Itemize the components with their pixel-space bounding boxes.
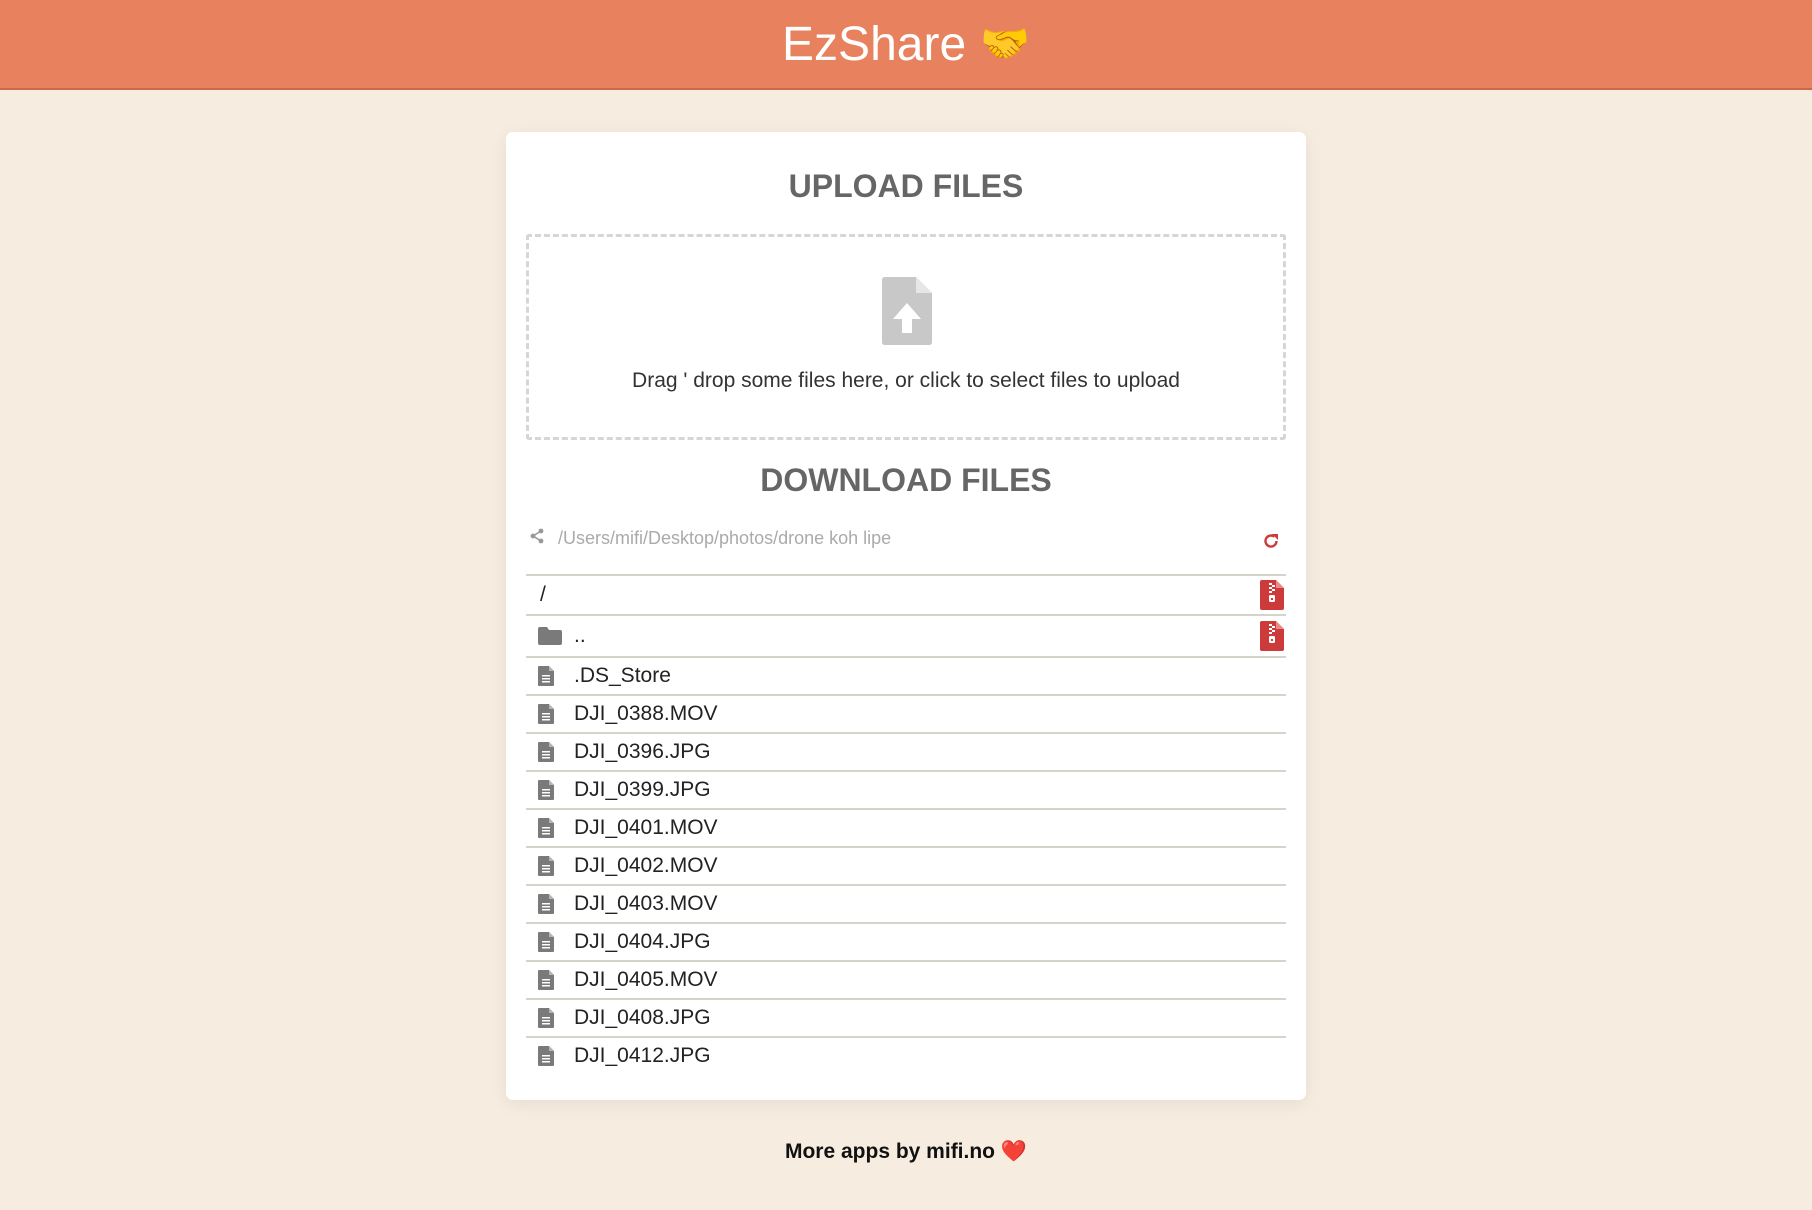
zip-download-icon[interactable]	[1260, 580, 1284, 610]
more-apps-link[interactable]: More apps by mifi.no	[785, 1140, 995, 1163]
file-row[interactable]: DJI_0405.MOV	[526, 960, 1286, 998]
file-list: / .. .DS_Store DJI_0388.MOV DJI_0396.JPG…	[526, 574, 1286, 1074]
heart-icon: ❤️	[1000, 1140, 1028, 1163]
root-label: /	[540, 583, 546, 606]
file-row[interactable]: DJI_0408.JPG	[526, 998, 1286, 1036]
file-row[interactable]: DJI_0412.JPG	[526, 1036, 1286, 1074]
file-icon	[538, 970, 554, 995]
file-icon	[538, 742, 554, 767]
file-icon	[538, 1046, 554, 1071]
file-row[interactable]: .DS_Store	[526, 656, 1286, 694]
file-name: .DS_Store	[574, 664, 671, 687]
handshake-icon: 🤝	[980, 22, 1030, 66]
file-name: DJI_0408.JPG	[574, 1006, 711, 1029]
file-icon	[538, 704, 554, 729]
file-icon	[538, 666, 554, 691]
file-icon	[538, 1008, 554, 1033]
file-row[interactable]: DJI_0396.JPG	[526, 732, 1286, 770]
current-path: /Users/mifi/Desktop/photos/drone koh lip…	[558, 528, 892, 548]
file-icon	[538, 932, 554, 957]
file-upload-icon	[882, 277, 932, 345]
app-title-text: EzShare	[782, 17, 967, 71]
refresh-icon[interactable]	[1262, 532, 1280, 550]
file-row[interactable]: DJI_0403.MOV	[526, 884, 1286, 922]
zip-download-icon[interactable]	[1260, 621, 1284, 651]
dropzone-text: Drag ' drop some files here, or click to…	[632, 369, 1180, 392]
download-title: DOWNLOAD FILES	[760, 462, 1052, 498]
file-name: DJI_0412.JPG	[574, 1044, 711, 1067]
file-icon	[538, 780, 554, 805]
file-name: DJI_0404.JPG	[574, 930, 711, 953]
folder-icon	[538, 627, 562, 645]
app-title: EzShare 🤝	[782, 17, 1030, 72]
file-name: DJI_0402.MOV	[574, 854, 718, 877]
root-row[interactable]: /	[526, 574, 1286, 614]
parent-dir-row[interactable]: ..	[526, 614, 1286, 656]
footer: More apps by mifi.no ❤️	[0, 1140, 1812, 1164]
file-name: DJI_0401.MOV	[574, 816, 718, 839]
file-icon	[538, 818, 554, 843]
file-name: DJI_0388.MOV	[574, 702, 718, 725]
file-name: DJI_0399.JPG	[574, 778, 711, 801]
file-row[interactable]: DJI_0401.MOV	[526, 808, 1286, 846]
file-name: DJI_0405.MOV	[574, 968, 718, 991]
file-icon	[538, 856, 554, 881]
file-row[interactable]: DJI_0404.JPG	[526, 922, 1286, 960]
path-bar: /Users/mifi/Desktop/photos/drone koh lip…	[526, 524, 1286, 564]
file-name: DJI_0396.JPG	[574, 740, 711, 763]
parent-dir-label: ..	[574, 624, 586, 647]
file-name: DJI_0403.MOV	[574, 892, 718, 915]
upload-title: UPLOAD FILES	[788, 168, 1024, 204]
file-row[interactable]: DJI_0388.MOV	[526, 694, 1286, 732]
main-card: UPLOAD FILES Drag ' drop some files here…	[506, 132, 1306, 1100]
file-row[interactable]: DJI_0399.JPG	[526, 770, 1286, 808]
upload-dropzone[interactable]: Drag ' drop some files here, or click to…	[526, 234, 1286, 440]
file-icon	[538, 894, 554, 919]
share-icon[interactable]	[530, 528, 544, 544]
file-row[interactable]: DJI_0402.MOV	[526, 846, 1286, 884]
app-header: EzShare 🤝	[0, 0, 1812, 90]
